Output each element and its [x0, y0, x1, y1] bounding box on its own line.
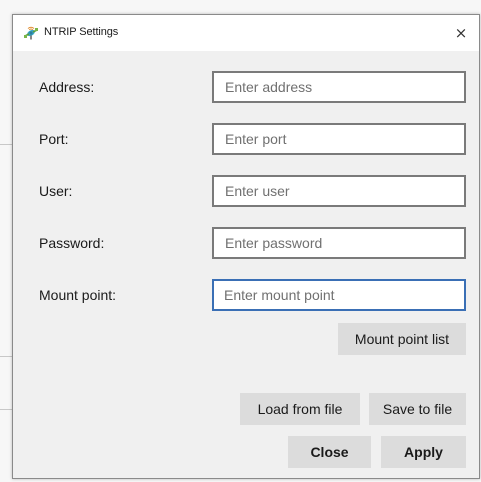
apply-button[interactable]: Apply [381, 436, 466, 468]
background-line [0, 356, 12, 357]
address-input[interactable] [212, 71, 466, 103]
mount-point-list-button[interactable]: Mount point list [338, 323, 466, 355]
mount-point-input[interactable] [212, 279, 466, 311]
load-from-file-button[interactable]: Load from file [240, 393, 360, 425]
close-button[interactable]: Close [288, 436, 371, 468]
background-line [0, 409, 12, 410]
close-icon[interactable]: × [443, 15, 479, 51]
password-label: Password: [39, 235, 105, 251]
satellite-dish-icon [23, 25, 39, 41]
port-label: Port: [39, 131, 69, 147]
address-label: Address: [39, 79, 95, 95]
user-label: User: [39, 183, 73, 199]
password-input[interactable] [212, 227, 466, 259]
port-input[interactable] [212, 123, 466, 155]
mount-point-label: Mount point: [39, 287, 117, 303]
ntrip-settings-dialog: NTRIP Settings × Address: Port: User: Pa… [12, 14, 480, 479]
user-input[interactable] [212, 175, 466, 207]
window-title: NTRIP Settings [44, 26, 119, 38]
background-line [0, 144, 12, 145]
save-to-file-button[interactable]: Save to file [369, 393, 466, 425]
title-bar: NTRIP Settings × [13, 15, 479, 51]
